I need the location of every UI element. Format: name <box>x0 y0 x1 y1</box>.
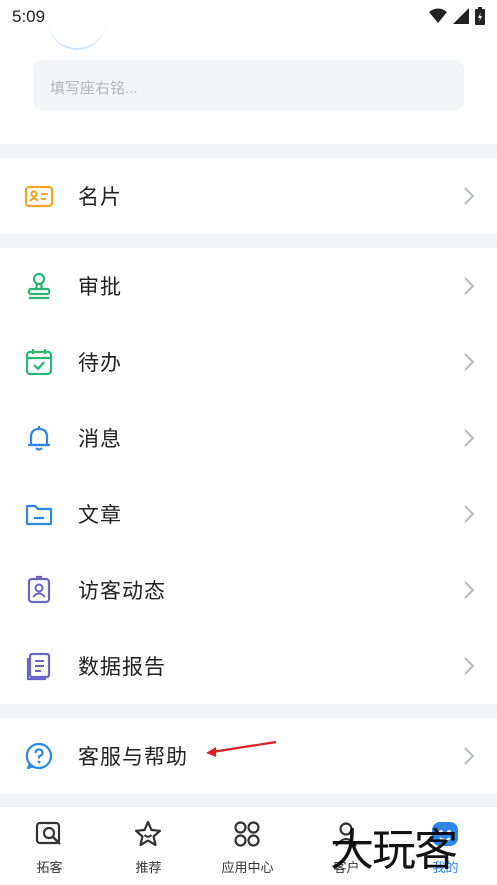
nav-label: 推荐 <box>135 860 162 875</box>
battery-icon <box>475 7 485 25</box>
menu-item-label: 文章 <box>78 504 122 527</box>
menu-item-label: 客服与帮助 <box>78 746 188 769</box>
nav-item-prospecting[interactable]: 拓客 <box>0 807 99 885</box>
motto-placeholder: 填写座右铭... <box>50 80 138 97</box>
chevron-right-icon <box>464 657 475 675</box>
nav-label: 应用中心 <box>221 860 274 875</box>
menu-item-label: 访客动态 <box>78 580 166 603</box>
menu-item-label: 数据报告 <box>78 656 166 679</box>
annotation-arrow <box>206 740 277 757</box>
stamp-icon <box>27 272 51 300</box>
business-card-icon <box>24 185 54 208</box>
nav-label: 拓客 <box>36 860 63 875</box>
menu-item-label: 消息 <box>78 428 122 451</box>
nav-item-app-center[interactable]: 应用中心 <box>198 807 297 885</box>
avatar[interactable] <box>48 8 106 50</box>
search-card-icon <box>35 821 61 845</box>
chevron-right-icon <box>464 581 475 599</box>
status-icons <box>429 7 485 25</box>
menu-item-label: 审批 <box>78 276 122 299</box>
menu-item-todo[interactable]: 待办 <box>0 324 497 400</box>
motto-input[interactable]: 填写座右铭... <box>33 60 464 110</box>
chevron-right-icon <box>464 429 475 447</box>
chevron-right-icon <box>464 353 475 371</box>
menu-item-label: 待办 <box>78 352 122 375</box>
apps-grid-icon <box>234 821 260 847</box>
signal-icon <box>453 8 469 24</box>
report-icon <box>26 652 51 681</box>
menu-item-business-card[interactable]: 名片 <box>0 158 497 234</box>
visitor-badge-icon <box>27 575 51 604</box>
help-chat-icon <box>25 742 53 770</box>
menu-item-articles[interactable]: 文章 <box>0 476 497 552</box>
menu-item-messages[interactable]: 消息 <box>0 400 497 476</box>
bell-icon <box>28 426 50 451</box>
wifi-icon <box>429 8 447 23</box>
menu-item-data-report[interactable]: 数据报告 <box>0 628 497 704</box>
chevron-right-icon <box>464 187 475 205</box>
profile-card: 填写座右铭... <box>0 34 497 144</box>
status-time: 5:09 <box>12 7 46 26</box>
menu-item-approval[interactable]: 审批 <box>0 248 497 324</box>
menu-group-card: 名片 <box>0 158 497 234</box>
menu-group-work: 审批 待办 消息 文章 访客动态 数据报告 <box>0 248 497 704</box>
chevron-right-icon <box>464 505 475 523</box>
nav-item-recommend[interactable]: 推荐 <box>99 807 198 885</box>
watermark: 大玩客 <box>330 825 458 876</box>
calendar-check-icon <box>25 349 53 376</box>
chevron-right-icon <box>464 747 475 765</box>
menu-item-visitor-activity[interactable]: 访客动态 <box>0 552 497 628</box>
menu-item-label: 名片 <box>78 186 122 209</box>
chevron-right-icon <box>464 277 475 295</box>
folder-icon <box>25 504 53 526</box>
star-icon <box>134 820 162 847</box>
